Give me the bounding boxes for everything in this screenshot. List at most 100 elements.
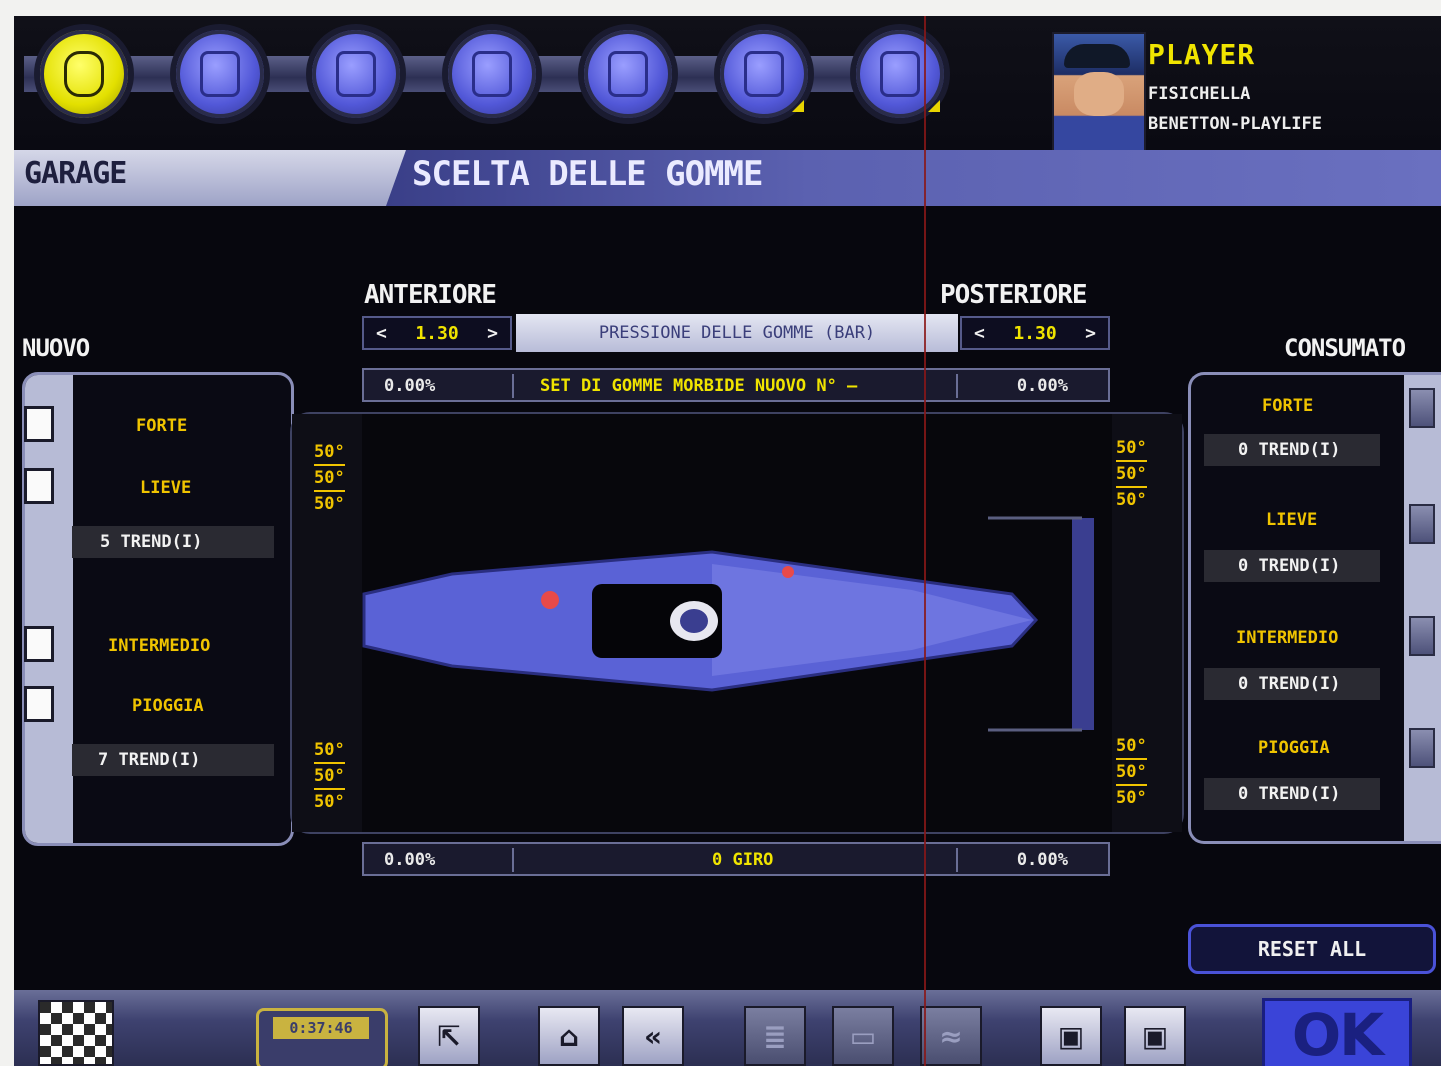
driver-face <box>1074 72 1124 116</box>
lieve-label: LIEVE <box>140 478 192 498</box>
telemetry-icon <box>880 51 920 97</box>
lap-count: 0 GIRO <box>712 850 774 870</box>
bottom-toolbar <box>14 990 1441 1066</box>
used-intermedio-label: INTERMEDIO <box>1236 628 1339 648</box>
pioggia-used-button[interactable] <box>1409 728 1435 768</box>
tyre-temp-outer: 50° <box>314 440 345 466</box>
stats-icon[interactable]: ≣ <box>744 1006 806 1066</box>
intermedio-new-checkbox[interactable] <box>24 626 54 662</box>
reset-all-button[interactable]: RESET ALL <box>1188 924 1436 974</box>
forte-new-checkbox[interactable] <box>24 406 54 442</box>
save-icon[interactable]: ▣ <box>1040 1006 1102 1066</box>
team-name: BENETTON-PLAYLIFE <box>1148 114 1322 134</box>
used-panel-title: CONSUMATO <box>1284 334 1406 362</box>
tyre-temp-inner: 50° <box>314 792 345 812</box>
home-icon[interactable]: ⌂ <box>538 1006 600 1066</box>
lieve-new-checkbox[interactable] <box>24 468 54 504</box>
front-pressure-control: < 1.30 > <box>362 316 512 350</box>
tab-fuel[interactable] <box>176 30 264 118</box>
driver-name: FISICHELLA <box>1148 84 1251 104</box>
rear-left-tyre-temps: 50° 50° 50° <box>1116 436 1147 512</box>
monitor-icon[interactable]: ▭ <box>832 1006 894 1066</box>
rear-pressure-control: < 1.30 > <box>960 316 1110 350</box>
front-left-tyre-temps: 50° 50° 50° <box>314 440 345 516</box>
front-pressure-value: 1.30 <box>415 322 459 344</box>
divider <box>512 374 514 398</box>
pioggia-new-checkbox[interactable] <box>24 686 54 722</box>
car-top-view <box>292 414 1182 832</box>
tyre-temp-outer: 50° <box>314 738 345 764</box>
top-menu-bar: PLAYER FISICHELLA BENETTON-PLAYLIFE <box>14 16 1441 152</box>
tyre-icon <box>64 51 104 97</box>
tyre-set-bar: 0.00% SET DI GOMME MORBIDE NUOVO N° — 0.… <box>362 368 1110 402</box>
pioggia-label: PIOGGIA <box>132 696 204 716</box>
divider-line <box>924 16 926 1066</box>
tyre-temp-middle: 50° <box>314 466 345 492</box>
divider <box>956 374 958 398</box>
panel-stripe <box>1404 375 1441 841</box>
tab-brakes[interactable] <box>584 30 672 118</box>
rear-label: POSTERIORE <box>940 280 1088 310</box>
balance-icon <box>336 51 376 97</box>
driver-avatar <box>1052 32 1146 152</box>
tyre-temp-middle: 50° <box>1116 760 1147 786</box>
rear-pressure-increase[interactable]: > <box>1085 323 1096 344</box>
wing-icon <box>744 51 784 97</box>
section-title: GARAGE <box>24 156 127 191</box>
tyre-temp-outer: 50° <box>1116 436 1147 462</box>
divider <box>956 848 958 872</box>
front-pressure-decrease[interactable]: < <box>376 323 387 344</box>
intermedio-used-button[interactable] <box>1409 616 1435 656</box>
used-lieve-trend: 0 TREND(I) <box>1204 550 1380 582</box>
tab-telemetry[interactable] <box>856 30 944 118</box>
tyre-temp-inner: 50° <box>1116 490 1147 510</box>
tab-tyres[interactable] <box>40 30 128 118</box>
forte-label: FORTE <box>136 416 188 436</box>
page-title: SCELTA DELLE GOMME <box>412 154 763 194</box>
load-icon[interactable]: ▣ <box>1124 1006 1186 1066</box>
tyre-temp-middle: 50° <box>314 764 345 790</box>
new-wet-trend: 7 TREND(I) <box>72 744 274 776</box>
new-panel-title: NUOVO <box>22 334 90 362</box>
fuel-icon <box>200 51 240 97</box>
driver-cap <box>1064 44 1130 68</box>
rear-pressure-decrease[interactable]: < <box>974 323 985 344</box>
exit-icon[interactable]: ⇱ <box>418 1006 480 1066</box>
back-icon[interactable]: « <box>622 1006 684 1066</box>
tyre-temp-inner: 50° <box>1116 788 1147 808</box>
rear-wear-percent: 0.00% <box>1016 376 1068 396</box>
rear-pressure-value: 1.30 <box>1013 322 1057 344</box>
graph-icon[interactable]: ≈ <box>920 1006 982 1066</box>
pressure-label: PRESSIONE DELLE GOMME (BAR) <box>516 314 958 352</box>
front-label: ANTERIORE <box>364 280 497 310</box>
tab-balance[interactable] <box>312 30 400 118</box>
lap-bar: 0.00% 0 GIRO 0.00% <box>362 842 1110 876</box>
lieve-used-button[interactable] <box>1409 504 1435 544</box>
used-lieve-label: LIEVE <box>1266 510 1318 530</box>
intermedio-label: INTERMEDIO <box>108 636 211 656</box>
front-wear-percent-bottom: 0.00% <box>384 850 436 870</box>
tab-engine[interactable] <box>448 30 536 118</box>
car-view <box>290 412 1184 834</box>
new-dry-trend: 5 TREND(I) <box>72 526 274 558</box>
used-forte-trend: 0 TREND(I) <box>1204 434 1380 466</box>
locked-corner-icon <box>928 100 940 112</box>
game-screen: PLAYER FISICHELLA BENETTON-PLAYLIFE GARA… <box>14 16 1441 1066</box>
tab-aero[interactable] <box>720 30 808 118</box>
forte-used-button[interactable] <box>1409 388 1435 428</box>
tyre-temp-outer: 50° <box>1116 734 1147 760</box>
rear-right-tyre-temps: 50° 50° 50° <box>1116 734 1147 810</box>
clock-time: 0:37:46 <box>273 1017 369 1039</box>
divider <box>512 848 514 872</box>
engine-icon <box>472 51 512 97</box>
front-pressure-increase[interactable]: > <box>487 323 498 344</box>
rear-wear-percent-bottom: 0.00% <box>1016 850 1068 870</box>
used-intermedio-trend: 0 TREND(I) <box>1204 668 1380 700</box>
player-label: PLAYER <box>1148 38 1256 71</box>
panel-stripe <box>25 375 73 843</box>
brake-icon <box>608 51 648 97</box>
tyre-temp-inner: 50° <box>314 494 345 514</box>
tyre-temp-middle: 50° <box>1116 462 1147 488</box>
checkered-flag-icon[interactable] <box>38 1000 114 1066</box>
ok-button[interactable]: OK <box>1262 998 1412 1066</box>
